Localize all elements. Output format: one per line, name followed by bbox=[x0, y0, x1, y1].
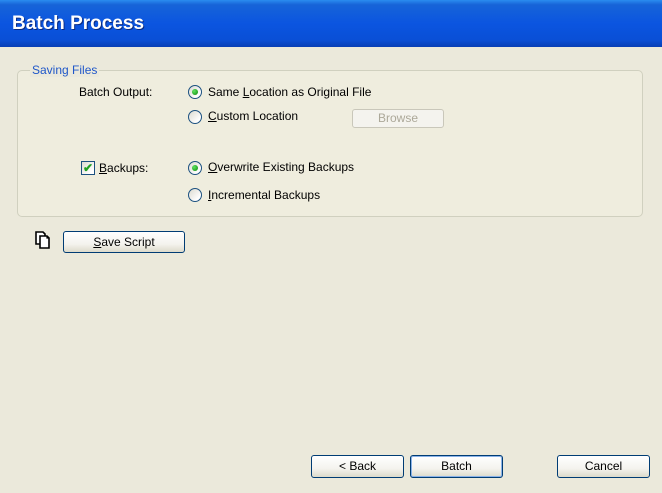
batch-process-window: Batch Process Saving Files Batch Output:… bbox=[0, 0, 662, 493]
title-bar: Batch Process bbox=[0, 0, 662, 47]
browse-button[interactable]: Browse bbox=[352, 109, 444, 128]
checkmark-icon: ✔ bbox=[83, 161, 94, 175]
saving-files-legend: Saving Files bbox=[30, 63, 100, 77]
batch-button[interactable]: Batch bbox=[410, 455, 503, 478]
batch-output-label: Batch Output: bbox=[79, 85, 153, 99]
dialog-content: Saving Files Batch Output: Same Location… bbox=[0, 47, 662, 493]
custom-location-radio[interactable] bbox=[188, 110, 202, 124]
back-button[interactable]: < Back bbox=[311, 455, 404, 478]
overwrite-backups-radio[interactable] bbox=[188, 161, 202, 175]
backups-checkbox[interactable]: ✔ bbox=[81, 161, 95, 175]
window-title: Batch Process bbox=[12, 13, 145, 34]
incremental-backups-radio[interactable] bbox=[188, 188, 202, 202]
custom-location-label[interactable]: Custom Location bbox=[208, 109, 298, 123]
save-script-button[interactable]: Save Script bbox=[63, 231, 185, 253]
overwrite-backups-label[interactable]: Overwrite Existing Backups bbox=[208, 160, 354, 174]
same-location-radio[interactable] bbox=[188, 85, 202, 99]
backups-label[interactable]: Backups: bbox=[99, 161, 148, 175]
incremental-backups-label[interactable]: Incremental Backups bbox=[208, 188, 320, 202]
copy-document-icon[interactable] bbox=[34, 231, 52, 249]
cancel-button[interactable]: Cancel bbox=[557, 455, 650, 478]
same-location-label[interactable]: Same Location as Original File bbox=[208, 85, 371, 99]
